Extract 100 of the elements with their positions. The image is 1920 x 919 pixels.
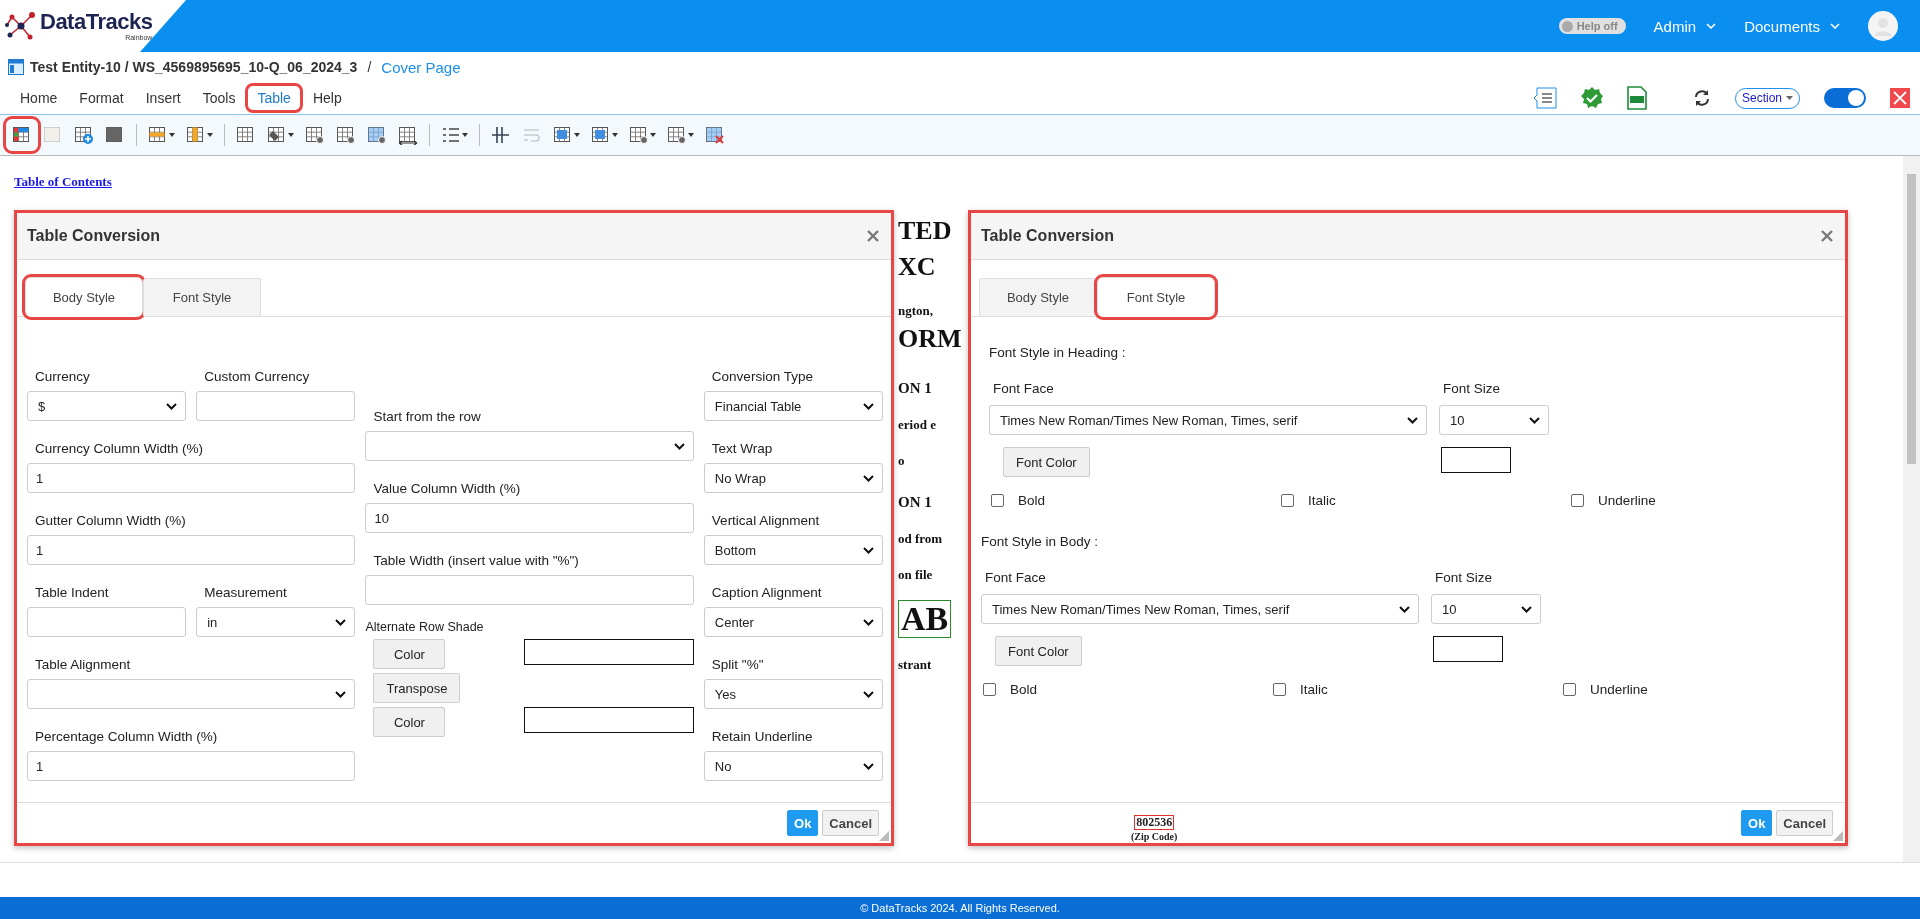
document-text: ON 1 [898,379,932,398]
field-label: Table Width (insert value with "%") [372,552,580,570]
dropdown-field[interactable] [365,431,694,461]
breadcrumb-path: Test Entity-10 / WS_4569895695_10-Q_06_2024_3 [30,59,358,75]
color-swatch[interactable] [1433,636,1503,662]
dropdown-field[interactable]: 10 [1439,405,1549,435]
close-icon[interactable] [1890,88,1910,108]
chevron-down-icon [863,402,874,410]
resize-arrows-icon [398,125,418,145]
dropdown-field[interactable]: 10 [1431,594,1541,624]
checkbox[interactable] [1281,494,1294,507]
layout-icon [8,59,24,75]
dropdown-field[interactable] [27,679,356,709]
document-text: ORM [898,323,962,355]
caret-icon [1786,96,1793,100]
dialog-tab[interactable]: Font Style [143,278,261,316]
resize-grip-icon[interactable] [879,831,889,841]
field-label: Gutter Column Width (%) [34,512,187,530]
input-field[interactable]: 1 [27,463,356,493]
input-field[interactable] [365,575,694,605]
dropdown-field[interactable]: No [703,751,883,781]
dropdown-field[interactable]: Financial Table [703,391,883,421]
section-heading: Font Style in Body : [981,533,1100,551]
dialog-button[interactable]: Transpose [373,673,461,703]
field-label: Conversion Type [710,368,814,386]
dialog-button[interactable]: Cancel [1776,810,1833,836]
menu-tab[interactable]: Tools [194,87,244,109]
dropdown-field[interactable]: Bottom [703,535,883,565]
field-label: Caption Alignment [710,584,823,602]
chevron-down-icon [335,618,347,626]
document-text: XC [898,251,936,283]
dialog-tab[interactable]: Font Style [1097,277,1215,317]
input-field[interactable]: 1 [27,751,356,781]
field-label: Currency [34,368,91,386]
input-field[interactable] [27,607,187,637]
list-icon [441,125,461,145]
chevron-down-icon [1830,23,1840,29]
checkbox[interactable] [1571,494,1584,507]
checkbox[interactable] [1273,683,1286,696]
field-label: Font Face [984,569,1047,587]
field-label: Currency Column Width (%) [34,440,205,458]
field-label: Alternate Row Shade [365,619,485,635]
column-icon [186,125,206,145]
dialog-button[interactable]: Color [373,639,446,669]
menu-tab[interactable]: Home [12,87,66,109]
toggle-switch[interactable] [1824,88,1866,108]
dialog-tab[interactable]: Body Style [979,278,1097,316]
dropdown-field[interactable]: Yes [703,679,883,709]
avatar-icon[interactable] [1868,11,1898,41]
chevron-down-icon [166,402,178,410]
dropdown-field[interactable]: $ [27,391,187,421]
color-swatch[interactable] [1441,447,1511,473]
scrollbar[interactable] [1903,156,1920,862]
checkbox[interactable] [1563,683,1576,696]
field-label: Percentage Column Width (%) [34,728,219,746]
dialog-title: Table Conversion [27,227,161,245]
close-icon[interactable] [867,230,879,242]
color-swatch[interactable] [523,639,694,665]
chevron-down-icon [1706,23,1717,29]
dropdown-field[interactable]: Center [703,607,883,637]
caret-icon [650,133,656,137]
table-of-contents-link[interactable]: Table of Contents [14,174,112,190]
logo-text: DataTracks [40,10,153,34]
dropdown-field[interactable]: in [196,607,356,637]
vertical-lines-icon [491,125,511,145]
breadcrumb-link[interactable]: Cover Page [381,58,461,76]
dropdown-field[interactable]: No Wrap [703,463,883,493]
checkbox-label: Underline [1590,682,1648,697]
check-badge-icon[interactable] [1580,87,1603,109]
refresh-icon[interactable] [1692,89,1711,107]
dialog-button[interactable]: Color [373,707,446,737]
input-field[interactable]: 10 [365,503,694,533]
dialog-tab[interactable]: Body Style [25,277,143,317]
document-text: o [898,452,905,470]
menu-tab[interactable]: Format [71,87,132,109]
close-icon[interactable] [1821,230,1833,242]
input-field[interactable] [196,391,356,421]
dropdown-field[interactable]: Times New Roman/Times New Roman, Times, serif [981,594,1419,624]
checkbox-label: Bold [1010,682,1038,697]
font-color-button[interactable]: Font Color [1003,447,1090,477]
spreadsheet-file-icon[interactable] [1626,86,1647,110]
color-swatch[interactable] [523,707,694,733]
comment-list-icon[interactable] [1532,87,1557,109]
checkbox[interactable] [983,683,996,696]
chevron-down-icon [1407,416,1418,424]
color-table-icon [12,125,32,145]
resize-grip-icon[interactable] [1833,831,1843,841]
checkbox[interactable] [991,494,1004,507]
dialog-button[interactable]: Cancel [822,810,879,836]
section-heading: Font Style in Heading : [989,344,1127,362]
dropdown-field[interactable]: Times New Roman/Times New Roman, Times, serif [989,405,1427,435]
row-settings-icon [336,125,356,145]
menu-tab[interactable]: Help [304,87,350,109]
menu-tab[interactable]: Insert [137,87,189,109]
field-label: Font Size [1434,569,1494,587]
input-field[interactable]: 1 [27,535,356,565]
caret-icon [688,133,694,137]
font-color-button[interactable]: Font Color [995,636,1082,666]
cell-settings-icon [305,125,325,145]
section-dropdown[interactable]: Section [1734,87,1800,109]
